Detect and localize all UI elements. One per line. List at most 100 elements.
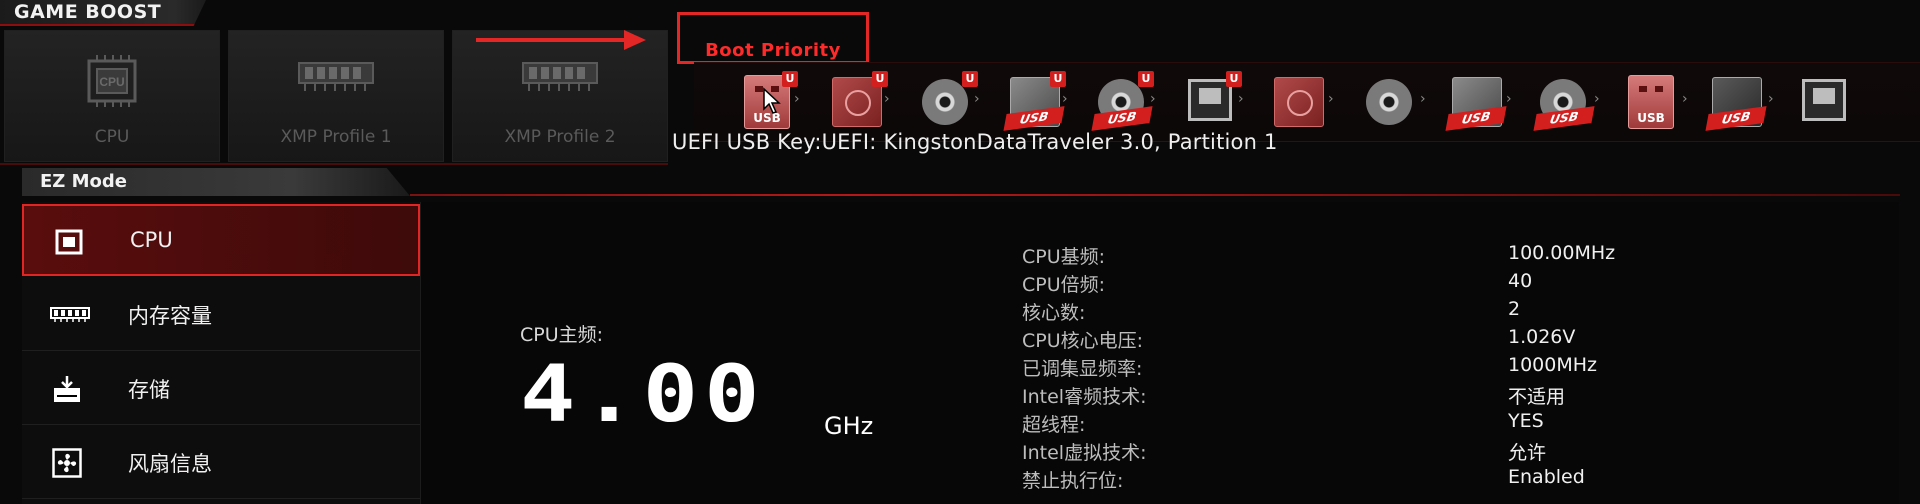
- boot-device-usb-optical[interactable]: USB U: [1091, 71, 1154, 131]
- spec-key: Intel虚拟技术:: [1022, 442, 1147, 464]
- game-boost-xmp1-tile[interactable]: XMP Profile 1: [228, 30, 444, 162]
- mouse-cursor-icon: [763, 87, 781, 114]
- cpu-spec-table: CPU基频: 100.00MHz CPU倍频: 40 核心数: 2 CPU核心电压: 1…: [1022, 242, 1642, 494]
- boot-device-usb-drive[interactable]: USB: [1445, 73, 1507, 131]
- chevron-right-icon: ›: [1768, 91, 1774, 107]
- chevron-right-icon: ›: [794, 91, 800, 107]
- spec-value: YES: [1508, 410, 1544, 432]
- cpu-frequency-label: CPU主频:: [520, 324, 604, 346]
- spec-value: 40: [1508, 270, 1533, 292]
- cpu-frequency-unit: GHz: [824, 412, 874, 440]
- ez-mode-title: EZ Mode: [40, 171, 127, 192]
- spec-value: 不适用: [1508, 386, 1566, 408]
- spec-row: CPU核心电压: 1.026V: [1022, 326, 1642, 354]
- chevron-right-icon: ›: [974, 91, 980, 107]
- spec-row: 禁止执行位: Enabled: [1022, 466, 1642, 494]
- spec-key: 核心数:: [1022, 302, 1086, 324]
- spec-row: 已调集显频率: 1000MHz: [1022, 354, 1642, 382]
- usb-key-text: USB: [1637, 111, 1665, 125]
- ez-sidebar: CPU 内存容量 存储 风扇信息: [22, 202, 420, 504]
- uefi-badge: U: [872, 71, 888, 87]
- boot-device-caption: UEFI USB Key:UEFI: KingstonDataTraveler …: [672, 130, 1278, 154]
- game-boost-divider: [0, 163, 668, 165]
- spec-row: Intel虚拟技术: 允许: [1022, 438, 1642, 466]
- game-boost-xmp1-label: XMP Profile 1: [280, 127, 392, 147]
- boot-device-usb-key[interactable]: USB: [1624, 73, 1676, 129]
- sidebar-item-label: 内存容量: [128, 304, 212, 328]
- chevron-right-icon: ›: [884, 91, 890, 107]
- usb-key-icon: USB: [1628, 75, 1674, 129]
- spec-row: Intel睿频技术: 不适用: [1022, 382, 1642, 410]
- spec-value: Enabled: [1508, 466, 1585, 488]
- memory-module-icon: [297, 55, 375, 99]
- uefi-badge: U: [782, 71, 798, 87]
- hard-drive-icon: [1274, 77, 1324, 127]
- cpu-chip-icon: CPU: [81, 55, 143, 111]
- spec-key: 已调集显频率:: [1022, 358, 1143, 380]
- storage-icon: [52, 374, 82, 402]
- boot-device-usb-floppy[interactable]: USB: [1705, 73, 1767, 131]
- uefi-badge: U: [1226, 71, 1242, 87]
- cpu-icon: [54, 228, 84, 256]
- spec-key: 超线程:: [1022, 414, 1086, 436]
- spec-key: CPU倍频:: [1022, 274, 1106, 296]
- optical-disc-icon: [922, 79, 968, 125]
- chevron-right-icon: ›: [1420, 91, 1426, 107]
- network-port-icon: [1802, 79, 1846, 121]
- boot-priority-label: Boot Priority: [705, 40, 841, 61]
- optical-disc-icon: [1366, 79, 1412, 125]
- sidebar-item-storage[interactable]: 存储: [22, 352, 420, 425]
- svg-text:CPU: CPU: [99, 75, 124, 89]
- spec-key: Intel睿频技术:: [1022, 386, 1147, 408]
- spec-row: CPU基频: 100.00MHz: [1022, 242, 1642, 270]
- chevron-right-icon: ›: [1062, 91, 1068, 107]
- spec-row: CPU倍频: 40: [1022, 270, 1642, 298]
- boot-device-usb-key[interactable]: USB U: [740, 71, 798, 129]
- boot-device-usb-drive[interactable]: USB U: [1003, 71, 1066, 131]
- uefi-badge: U: [1138, 71, 1154, 87]
- game-boost-cpu-tile[interactable]: CPU CPU: [4, 30, 220, 162]
- chevron-right-icon: ›: [1238, 91, 1244, 107]
- chevron-right-icon: ›: [1150, 91, 1156, 107]
- ez-mode-divider: [410, 194, 1900, 196]
- spec-key: 禁止执行位:: [1022, 470, 1124, 492]
- boot-priority-highlight-box: Boot Priority: [677, 12, 869, 64]
- sidebar-item-fan[interactable]: 风扇信息: [22, 426, 420, 499]
- spec-value: 允许: [1508, 442, 1547, 464]
- boot-device-optical[interactable]: U: [920, 71, 978, 127]
- uefi-badge: U: [962, 71, 978, 87]
- chevron-right-icon: ›: [1594, 91, 1600, 107]
- spec-value: 2: [1508, 298, 1521, 320]
- annotation-arrow-line: [476, 38, 626, 42]
- annotation-arrow-head-icon: [624, 30, 646, 50]
- spec-value: 100.00MHz: [1508, 242, 1616, 264]
- boot-device-network[interactable]: U: [1184, 71, 1242, 127]
- boot-device-hdd[interactable]: U: [830, 71, 888, 127]
- boot-device-optical[interactable]: [1364, 73, 1416, 127]
- chevron-right-icon: ›: [1682, 91, 1688, 107]
- chevron-right-icon: ›: [1328, 91, 1334, 107]
- memory-module-icon: [521, 55, 599, 99]
- spec-value: 1.026V: [1508, 326, 1576, 348]
- spec-key: CPU核心电压:: [1022, 330, 1144, 352]
- boot-device-hdd[interactable]: [1272, 73, 1324, 127]
- uefi-badge: U: [1050, 71, 1066, 87]
- boot-device-network[interactable]: [1798, 73, 1850, 127]
- spec-row: 超线程: YES: [1022, 410, 1642, 438]
- sidebar-item-label: 风扇信息: [128, 452, 212, 476]
- spec-value: 1000MHz: [1508, 354, 1598, 376]
- game-boost-title: GAME BOOST: [14, 1, 162, 23]
- game-boost-xmp2-label: XMP Profile 2: [504, 127, 616, 147]
- game-boost-header: GAME BOOST: [0, 0, 206, 26]
- memory-icon: [50, 300, 90, 328]
- sidebar-item-cpu[interactable]: CPU: [22, 204, 420, 276]
- sidebar-item-memory[interactable]: 内存容量: [22, 278, 420, 351]
- chevron-right-icon: ›: [1506, 91, 1512, 107]
- boot-device-usb-optical[interactable]: USB: [1533, 73, 1595, 131]
- spec-key: CPU基频:: [1022, 246, 1106, 268]
- ez-mode-header: EZ Mode: [22, 168, 410, 196]
- sidebar-item-label: 存储: [128, 378, 170, 402]
- sidebar-item-label: CPU: [130, 228, 173, 252]
- cpu-frequency-value: 4.00: [520, 348, 766, 440]
- fan-icon: [52, 448, 82, 478]
